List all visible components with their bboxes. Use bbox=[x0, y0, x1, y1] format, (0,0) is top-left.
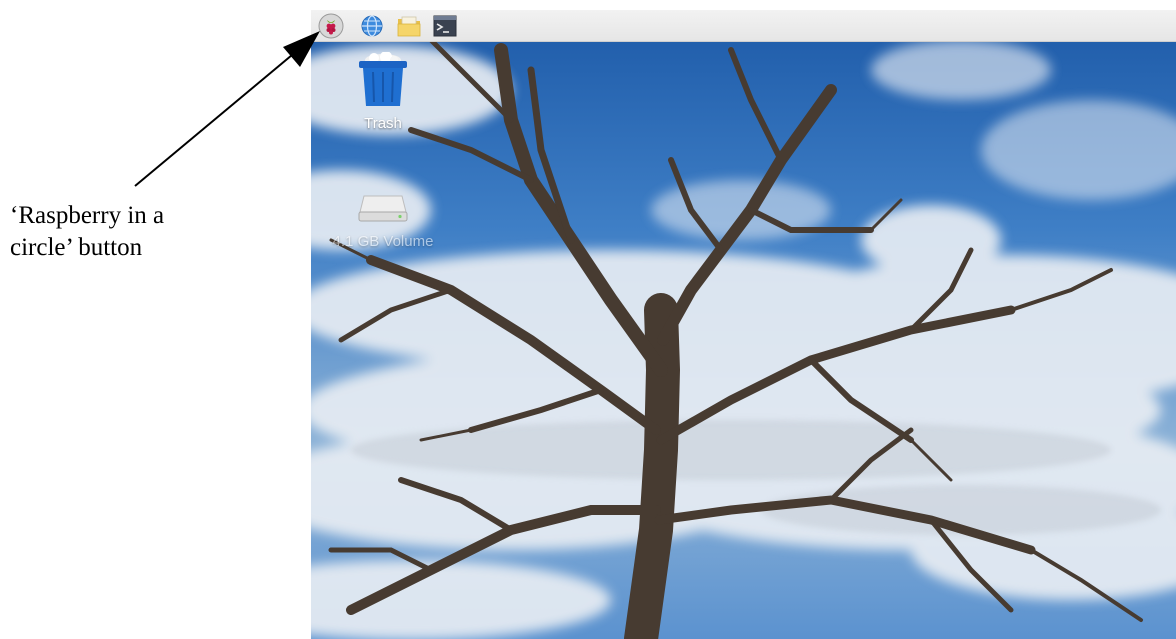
globe-icon bbox=[361, 15, 383, 37]
taskbar bbox=[311, 10, 1176, 42]
terminal-button[interactable] bbox=[431, 12, 459, 40]
desktop-item-trash[interactable]: Trash bbox=[323, 51, 443, 132]
callout-label: ‘Raspberry in a circle’ button bbox=[10, 200, 270, 264]
folder-icon bbox=[397, 16, 421, 37]
callout-line-2: circle’ button bbox=[10, 234, 143, 261]
trash-label: Trash bbox=[364, 115, 402, 132]
callout-arrow bbox=[134, 31, 320, 187]
drive-icon bbox=[358, 195, 408, 222]
callout-line-1: ‘Raspberry in a bbox=[10, 202, 165, 229]
web-browser-button[interactable] bbox=[358, 12, 386, 40]
file-manager-button[interactable] bbox=[395, 12, 423, 40]
volume-label: 4.1 GB Volume bbox=[332, 233, 434, 250]
desktop-screen: Trash 4.1 GB Volume bbox=[311, 10, 1176, 639]
desktop-item-volume[interactable]: 4.1 GB Volume bbox=[323, 190, 443, 250]
terminal-icon bbox=[433, 15, 457, 37]
trash-icon bbox=[359, 51, 407, 106]
